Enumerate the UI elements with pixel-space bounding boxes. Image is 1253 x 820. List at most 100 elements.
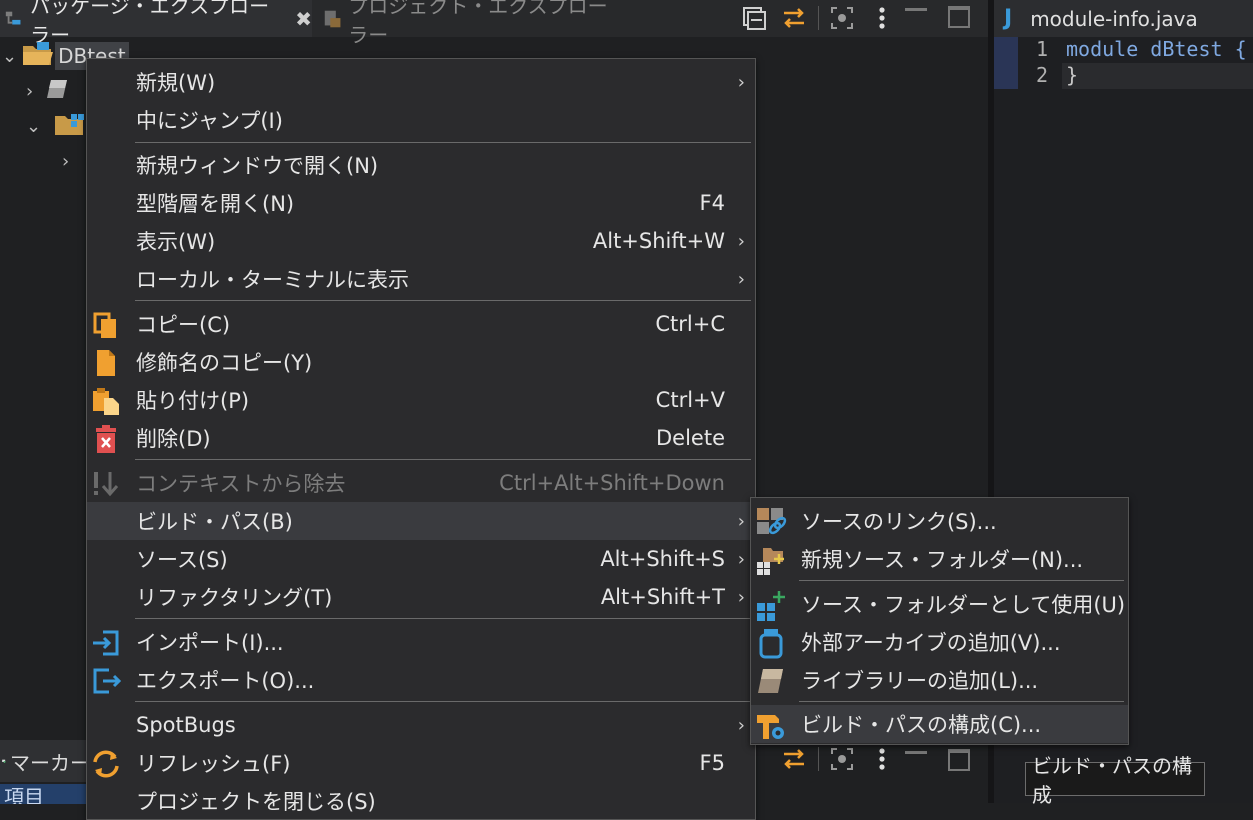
submenu-item-add-external-archives[interactable]: 外部アーカイブの追加(V)... bbox=[751, 623, 1128, 661]
menu-item-label: 貼り付け(P) bbox=[136, 389, 250, 413]
chevron-right-icon: › bbox=[737, 510, 745, 532]
code-line-2[interactable]: 2 } bbox=[1000, 63, 1078, 91]
menu-separator bbox=[135, 300, 751, 301]
tree-item-library[interactable]: › bbox=[0, 72, 71, 110]
menu-item-source[interactable]: ソース(S) Alt+Shift+S › bbox=[87, 540, 755, 578]
context-menu: 新規(W) › 中にジャンプ(I) 新規ウィンドウで開く(N) 型階層を開く(N… bbox=[86, 58, 756, 820]
menu-separator bbox=[135, 459, 751, 460]
submenu-item-link-source[interactable]: ソースのリンク(S)... bbox=[751, 502, 1128, 540]
code-text[interactable]: } bbox=[1066, 63, 1078, 91]
menu-item-open-type-hierarchy[interactable]: 型階層を開く(N) F4 bbox=[87, 184, 755, 222]
chevron-right-icon: › bbox=[737, 71, 745, 93]
focus-icon[interactable] bbox=[828, 745, 856, 773]
menu-separator bbox=[799, 701, 1124, 702]
copy-icon bbox=[93, 312, 116, 338]
menu-separator bbox=[799, 580, 1124, 581]
menu-item-show-in[interactable]: 表示(W) Alt+Shift+W › bbox=[87, 222, 755, 260]
collapse-all-icon[interactable] bbox=[740, 4, 768, 32]
chevron-down-icon[interactable]: ⌄ bbox=[26, 116, 41, 137]
menu-item-shortcut: F5 bbox=[699, 751, 725, 775]
java-file-icon: J bbox=[1004, 6, 1013, 31]
view-menu-icon[interactable] bbox=[868, 745, 896, 773]
submenu-item-label: 外部アーカイブの追加(V)... bbox=[801, 631, 1061, 655]
menu-separator bbox=[135, 618, 751, 619]
export-icon bbox=[93, 668, 121, 694]
toolbar-divider bbox=[818, 6, 819, 30]
chevron-right-icon: › bbox=[737, 586, 745, 608]
chevron-right-icon: › bbox=[737, 548, 745, 570]
submenu-item-label: ソースのリンク(S)... bbox=[801, 510, 997, 534]
menu-separator bbox=[135, 142, 751, 143]
menu-item-export[interactable]: エクスポート(O)... bbox=[87, 661, 755, 699]
menu-item-refactor[interactable]: リファクタリング(T) Alt+Shift+T › bbox=[87, 578, 755, 616]
menu-item-import[interactable]: インポート(I)... bbox=[87, 623, 755, 661]
focus-icon[interactable] bbox=[828, 4, 856, 32]
close-tab-icon[interactable]: ✖ bbox=[295, 7, 312, 31]
submenu-item-label: ソース・フォルダーとして使用(U) bbox=[801, 593, 1126, 617]
menu-separator bbox=[135, 701, 751, 702]
library-icon bbox=[758, 669, 783, 693]
menu-item-label: プロジェクトを閉じる(S) bbox=[136, 790, 376, 814]
tab-package-explorer[interactable]: パッケージ・エクスプローラー ✖ bbox=[0, 0, 312, 47]
submenu-item-label: ライブラリーの追加(L)... bbox=[801, 669, 1039, 693]
chevron-right-icon[interactable]: › bbox=[62, 151, 69, 172]
menu-item-show-in-terminal[interactable]: ローカル・ターミナルに表示 › bbox=[87, 260, 755, 298]
submenu-item-add-libraries[interactable]: ライブラリーの追加(L)... bbox=[751, 661, 1128, 699]
menu-item-open-new-window[interactable]: 新規ウィンドウで開く(N) bbox=[87, 146, 755, 184]
new-source-folder-icon bbox=[757, 548, 784, 575]
link-with-editor-icon[interactable] bbox=[780, 4, 808, 32]
menu-item-label: 削除(D) bbox=[136, 427, 211, 451]
minimize-icon[interactable] bbox=[905, 8, 927, 11]
menu-item-label: ローカル・ターミナルに表示 bbox=[136, 268, 409, 292]
menu-item-refresh[interactable]: リフレッシュ(F) F5 bbox=[87, 744, 755, 782]
tab-markers[interactable]: マーカー bbox=[0, 740, 90, 782]
menu-item-build-path[interactable]: ビルド・パス(B) › bbox=[87, 502, 755, 540]
package-explorer-icon bbox=[5, 11, 21, 24]
chevron-right-icon: › bbox=[737, 268, 745, 290]
menu-item-delete[interactable]: 削除(D) Delete bbox=[87, 419, 755, 457]
tree-item-src[interactable]: ⌄ bbox=[0, 107, 87, 145]
menu-item-label: 表示(W) bbox=[136, 230, 216, 254]
chevron-down-icon[interactable]: ⌄ bbox=[2, 46, 17, 67]
chevron-right-icon[interactable]: › bbox=[26, 81, 33, 102]
submenu-item-configure-build-path[interactable]: ビルド・パスの構成(C)... bbox=[751, 705, 1128, 743]
configure-build-path-icon bbox=[757, 715, 784, 739]
submenu-item-new-source-folder[interactable]: 新規ソース・フォルダー(N)... bbox=[751, 540, 1128, 578]
jar-icon bbox=[759, 629, 783, 659]
submenu-item-use-as-source-folder[interactable]: ソース・フォルダーとして使用(U) bbox=[751, 585, 1128, 623]
file-icon bbox=[97, 350, 115, 376]
maximize-icon[interactable] bbox=[948, 749, 970, 771]
code-line-1[interactable]: 1 module dBtest { bbox=[1000, 37, 1247, 65]
menu-item-label: SpotBugs bbox=[136, 713, 236, 737]
menu-item-remove-from-context: コンテキストから除去 Ctrl+Alt+Shift+Down bbox=[87, 464, 755, 502]
tooltip: ビルド・パスの構成 bbox=[1025, 754, 1205, 807]
menu-item-spotbugs[interactable]: SpotBugs › bbox=[87, 706, 755, 744]
menu-item-copy[interactable]: コピー(C) Ctrl+C bbox=[87, 305, 755, 343]
editor-tab-title: module-info.java bbox=[1030, 6, 1198, 31]
sync-icon[interactable] bbox=[780, 745, 808, 773]
maximize-icon[interactable] bbox=[948, 6, 970, 28]
code-text[interactable]: module dBtest { bbox=[1066, 37, 1247, 65]
explorer-tab-bar: パッケージ・エクスプローラー ✖ プロジェクト・エクスプローラー bbox=[0, 0, 988, 47]
menu-item-label: エクスポート(O)... bbox=[136, 669, 315, 693]
tab-module-info[interactable]: J module-info.java bbox=[994, 0, 1253, 37]
menu-item-shortcut: Alt+Shift+T bbox=[600, 585, 725, 609]
trash-icon bbox=[96, 425, 116, 453]
menu-item-paste[interactable]: 貼り付け(P) Ctrl+V bbox=[87, 381, 755, 419]
tree-item-package[interactable]: › bbox=[0, 142, 69, 180]
markers-column-header[interactable]: 項目 bbox=[0, 784, 90, 804]
menu-item-shortcut: Alt+Shift+S bbox=[600, 547, 725, 571]
refresh-icon bbox=[93, 750, 119, 778]
menu-item-close-project[interactable]: プロジェクトを閉じる(S) bbox=[87, 782, 755, 820]
minimize-icon[interactable] bbox=[905, 751, 927, 754]
tab-project-explorer[interactable]: プロジェクト・エクスプローラー bbox=[318, 0, 624, 47]
view-menu-icon[interactable] bbox=[868, 4, 896, 32]
menu-item-label: コンテキストから除去 bbox=[136, 472, 346, 496]
menu-item-label: 型階層を開く(N) bbox=[136, 192, 295, 216]
submenu-item-label: 新規ソース・フォルダー(N)... bbox=[801, 548, 1084, 572]
menu-item-copy-qualified-name[interactable]: 修飾名のコピー(Y) bbox=[87, 343, 755, 381]
menu-item-new[interactable]: 新規(W) › bbox=[87, 63, 755, 101]
menu-item-go-into[interactable]: 中にジャンプ(I) bbox=[87, 101, 755, 139]
import-icon bbox=[93, 630, 119, 656]
project-explorer-icon bbox=[324, 10, 341, 27]
